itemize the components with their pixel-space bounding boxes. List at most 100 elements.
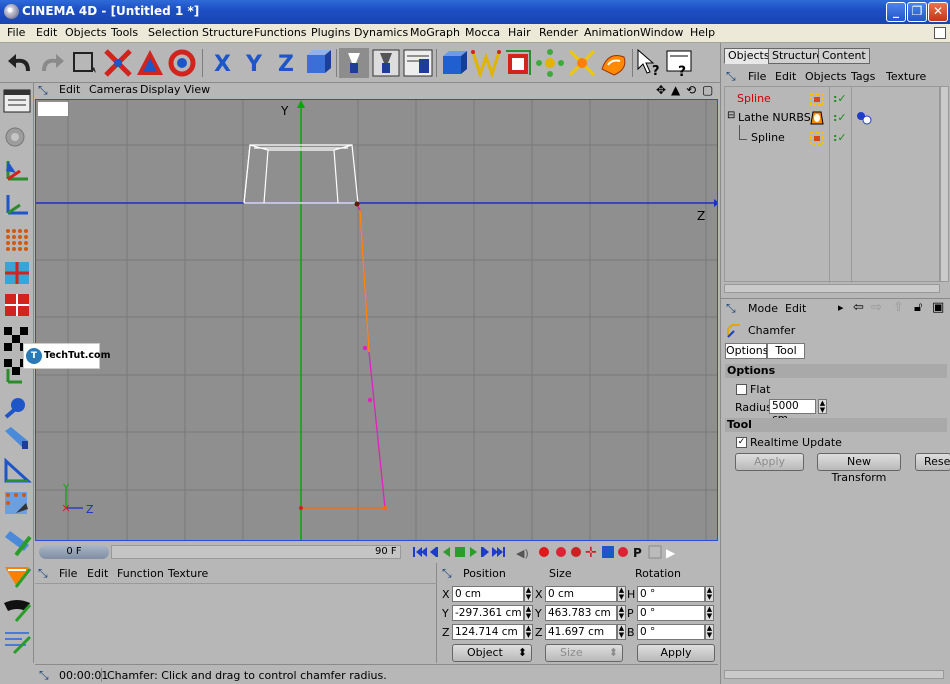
menu-arrow-icon[interactable]: ▸ — [838, 301, 844, 314]
new-transform-button[interactable]: New Transform — [817, 453, 901, 484]
tab-tool[interactable]: Tool — [767, 343, 805, 359]
radius-field[interactable]: 5000 cm — [769, 399, 816, 425]
menu-animation[interactable]: Animation — [584, 26, 640, 39]
z-axis-lock-icon[interactable]: Z — [270, 47, 302, 79]
keyframe-selection-icon[interactable] — [571, 547, 581, 557]
objects-move-arrow-icon[interactable]: ⤡ — [726, 69, 736, 84]
coordinates-apply-button[interactable]: Apply — [637, 644, 715, 662]
sound-icon[interactable]: ◀) — [516, 547, 529, 560]
use-polygon-tool-icon[interactable] — [2, 291, 32, 319]
new-panel-icon[interactable]: ▣ — [932, 300, 944, 315]
model-tool-icon[interactable] — [2, 393, 32, 421]
viewport-rotate-icon[interactable]: ⟲ — [686, 83, 696, 97]
render-picture-viewer-icon[interactable] — [402, 47, 434, 79]
timeline-menu-icon[interactable]: ▶ — [666, 546, 676, 560]
brush-tool-icon[interactable] — [2, 595, 32, 623]
position-x-field[interactable]: 0 cm — [452, 586, 524, 602]
object-axis-icon[interactable] — [2, 157, 32, 185]
object-list-scrollbar[interactable] — [940, 86, 949, 282]
coordinates-move-arrow-icon[interactable]: ⤡ — [442, 566, 452, 581]
objects-menu-edit[interactable]: Edit — [775, 70, 796, 83]
coordinate-mode-select[interactable]: Object ⬍ — [452, 644, 532, 662]
flat-checkbox[interactable] — [736, 384, 747, 395]
size-z-field[interactable]: 41.697 cm — [545, 624, 617, 640]
menu-restore-icon[interactable] — [934, 27, 946, 39]
attributes-apply-button[interactable]: Apply — [735, 453, 804, 471]
rotation-b-spinner[interactable]: ▲ ▼ — [705, 624, 714, 640]
coordinate-system-icon[interactable] — [302, 47, 334, 79]
menu-help[interactable]: Help — [690, 26, 715, 39]
objects-menu-file[interactable]: File — [748, 70, 766, 83]
menu-file[interactable]: File — [7, 26, 25, 39]
attributes-move-arrow-icon[interactable]: ⤡ — [726, 301, 736, 316]
nav-up-icon[interactable]: ⇧ — [893, 300, 904, 315]
object-row-spline-child[interactable]: Spline :✓ — [727, 125, 937, 147]
spline-point[interactable] — [354, 201, 360, 207]
menu-dynamics[interactable]: Dynamics — [354, 26, 408, 39]
size-y-spinner[interactable]: ▲ ▼ — [617, 605, 626, 621]
position-z-spinner[interactable]: ▲ ▼ — [524, 624, 533, 640]
material-menu-function[interactable]: Function — [117, 567, 164, 580]
render-view-icon[interactable] — [338, 47, 370, 79]
attributes-hscrollbar[interactable] — [724, 670, 944, 679]
menu-tools[interactable]: Tools — [111, 26, 138, 39]
help-context-icon[interactable]: ? — [664, 47, 696, 79]
viewport-maximize-icon[interactable]: ▢ — [702, 83, 713, 97]
rotation-key-icon[interactable] — [618, 547, 628, 557]
cube-primitive-icon[interactable] — [438, 47, 470, 79]
stop-icon[interactable] — [455, 547, 465, 557]
y-axis-lock-icon[interactable]: Y — [238, 47, 270, 79]
size-x-spinner[interactable]: ▲ ▼ — [617, 586, 626, 602]
undo-icon[interactable] — [4, 47, 36, 79]
move-icon[interactable] — [102, 47, 134, 79]
play-reverse-icon[interactable] — [443, 547, 450, 557]
attributes-menu-mode[interactable]: Mode — [748, 302, 778, 315]
position-key-icon[interactable]: ✛ — [585, 545, 597, 560]
deformer-icon[interactable] — [598, 47, 630, 79]
position-y-field[interactable]: -297.361 cm — [452, 605, 524, 621]
viewport-canvas[interactable]: Y Z Y Z — [36, 100, 718, 541]
viewport-menu-view[interactable]: View — [184, 83, 210, 96]
help-pointer-icon[interactable]: ? — [634, 47, 666, 79]
next-key-icon[interactable] — [481, 547, 489, 557]
menu-render[interactable]: Render — [539, 26, 578, 39]
objects-menu-tags[interactable]: Tags — [851, 70, 875, 83]
paint-tool-icon[interactable] — [2, 529, 32, 557]
menu-mocca[interactable]: Mocca — [465, 26, 500, 39]
visibility-check-icon[interactable]: :✓ — [833, 131, 847, 144]
menu-mograph[interactable]: MoGraph — [410, 26, 460, 39]
nurbs-icon[interactable] — [502, 47, 534, 79]
rotation-p-field[interactable]: 0 ° — [637, 605, 705, 621]
restore-icon[interactable]: ❐ — [907, 2, 927, 22]
rotation-h-field[interactable]: 0 ° — [637, 586, 705, 602]
goto-end-icon[interactable] — [492, 547, 505, 557]
viewport-menu-edit[interactable]: Edit — [59, 83, 80, 96]
menu-hair[interactable]: Hair — [508, 26, 531, 39]
menu-functions[interactable]: Functions — [254, 26, 307, 39]
size-z-spinner[interactable]: ▲ ▼ — [617, 624, 626, 640]
viewport-menu-cameras[interactable]: Cameras — [89, 83, 138, 96]
size-y-field[interactable]: 463.783 cm — [545, 605, 617, 621]
spline-point[interactable] — [362, 345, 368, 351]
goto-start-icon[interactable] — [413, 547, 427, 557]
size-mode-select[interactable]: Size ⬍ — [545, 644, 623, 662]
size-x-field[interactable]: 0 cm — [545, 586, 617, 602]
viewport-zoom-icon[interactable]: ▲ — [671, 83, 680, 97]
spline-pen-icon[interactable] — [470, 47, 502, 79]
use-model-tool-icon[interactable] — [2, 123, 32, 151]
nav-back-icon[interactable]: ⇦ — [853, 300, 864, 315]
position-x-spinner[interactable]: ▲ ▼ — [524, 586, 533, 602]
position-y-spinner[interactable]: ▲ ▼ — [524, 605, 533, 621]
x-axis-lock-icon[interactable]: X — [206, 47, 238, 79]
viewport-pan-icon[interactable]: ✥ — [656, 83, 666, 97]
spline-point[interactable] — [383, 506, 387, 510]
object-row-spline-top[interactable]: Spline :✓ — [727, 92, 937, 108]
object-list-hscrollbar[interactable] — [724, 284, 940, 293]
menu-structure[interactable]: Structure — [202, 26, 253, 39]
material-menu-edit[interactable]: Edit — [87, 567, 108, 580]
rotation-b-field[interactable]: 0 ° — [637, 624, 705, 640]
rotation-h-spinner[interactable]: ▲ ▼ — [705, 586, 714, 602]
menu-edit[interactable]: Edit — [36, 26, 57, 39]
radius-spinner[interactable]: ▲ ▼ — [818, 399, 827, 414]
position-z-field[interactable]: 124.714 cm — [452, 624, 524, 640]
